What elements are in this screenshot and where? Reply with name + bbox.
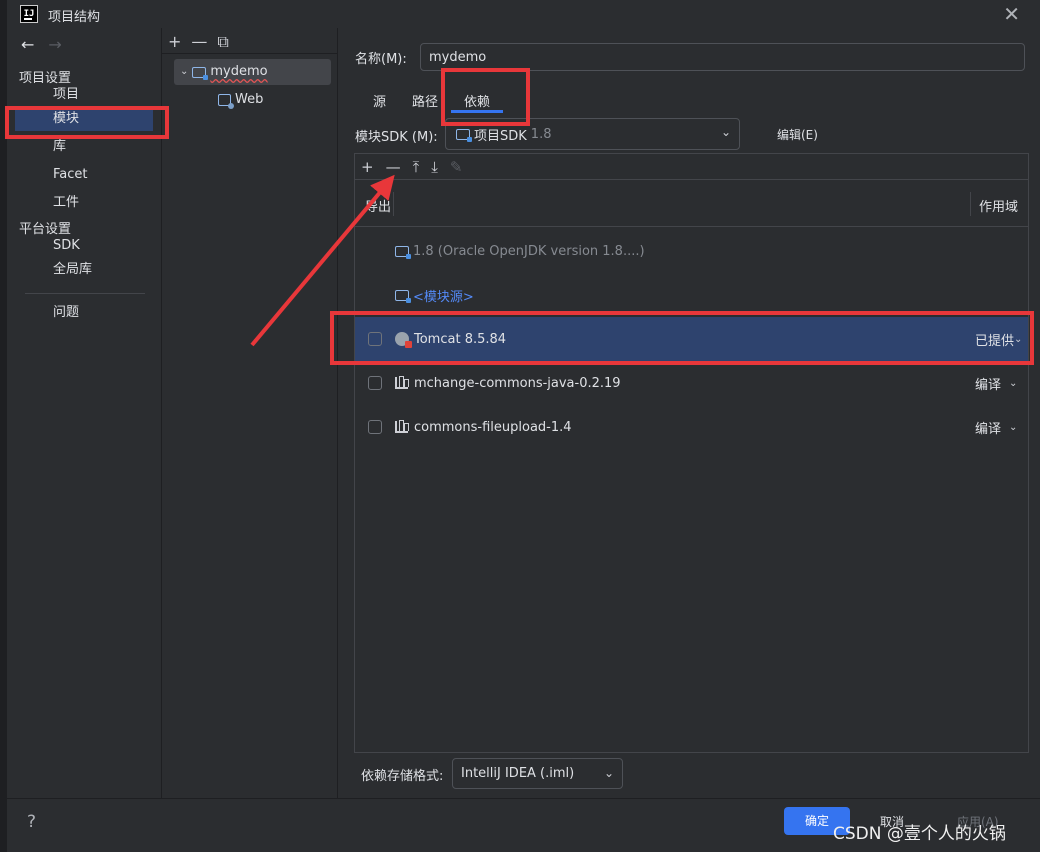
export-checkbox[interactable] <box>368 376 382 390</box>
dependency-cell: commons-fileupload-1.4 <box>395 420 572 435</box>
edit-pencil-icon[interactable]: ✎ <box>450 158 463 176</box>
sdk-version: 1.8 <box>530 126 552 142</box>
scope-select[interactable]: 已提供 ⌄ <box>975 330 1022 349</box>
module-tree: + — ⧉ ⌄ mydemo Web <box>162 28 338 798</box>
forward-arrow-icon[interactable]: → <box>48 35 61 54</box>
module-sdk-label: 模块SDK (M): <box>355 130 438 145</box>
close-icon[interactable]: ✕ <box>1003 2 1020 26</box>
dependency-cell: mchange-commons-java-0.2.19 <box>395 376 621 391</box>
back-arrow-icon[interactable]: ← <box>21 35 34 54</box>
nav-item-libraries[interactable]: 库 <box>15 135 153 159</box>
chevron-down-icon: ⌄ <box>720 125 731 139</box>
library-icon <box>395 420 409 433</box>
web-facet-icon <box>218 94 234 109</box>
module-settings-panel: 名称(M): 源 路径 依赖 模块SDK (M): 项目SDK 1.8 ⌄ 编辑… <box>338 28 1040 798</box>
nav-item-problems[interactable]: 问题 <box>15 301 153 325</box>
dependency-name: mchange-commons-java-0.2.19 <box>414 375 621 391</box>
dependency-name: <模块源> <box>413 289 474 305</box>
module-name-input[interactable] <box>420 43 1025 71</box>
tab-dependencies[interactable]: 依赖 <box>451 91 504 113</box>
nav-history: ← → <box>21 35 76 54</box>
export-checkbox[interactable] <box>368 420 382 434</box>
remove-icon[interactable]: — <box>386 158 401 176</box>
tomcat-icon <box>395 332 412 348</box>
dependencies-table: + — ⤒ ⤓ ✎ 导出 作用域 1.8 (Oracle OpenJDK ver… <box>354 153 1029 753</box>
tab-paths[interactable]: 路径 <box>399 91 451 113</box>
chevron-down-icon: ⌄ <box>1014 333 1023 345</box>
dependency-name: 1.8 (Oracle OpenJDK version 1.8....) <box>413 243 645 259</box>
table-row[interactable]: mchange-commons-java-0.2.19 编译 ⌄ <box>355 361 1028 405</box>
nav-divider <box>25 293 145 294</box>
table-row[interactable]: commons-fileupload-1.4 编译 ⌄ <box>355 405 1028 449</box>
tree-node-label: Web <box>235 92 264 107</box>
storage-format-label: 依赖存储格式: <box>361 769 444 784</box>
library-icon <box>395 376 409 389</box>
nav-item-facets[interactable]: Facet <box>15 163 153 187</box>
jdk-folder-icon <box>395 245 411 259</box>
remove-icon[interactable]: — <box>191 32 207 52</box>
tab-sources[interactable]: 源 <box>360 91 399 113</box>
intellij-logo-icon: IJ <box>20 5 38 23</box>
edit-sdk-button[interactable]: 编辑(E) <box>777 126 818 143</box>
chevron-down-icon: ⌄ <box>603 766 614 780</box>
settings-nav: ← → 项目设置 项目 模块 库 Facet 工件 平台设置 SDK 全局库 问题 <box>7 28 162 798</box>
tree-node-label: mydemo <box>210 64 268 79</box>
table-row[interactable]: 1.8 (Oracle OpenJDK version 1.8....) <box>355 229 1028 273</box>
name-label: 名称(M): <box>355 52 407 67</box>
nav-item-modules[interactable]: 模块 <box>15 107 153 131</box>
chevron-down-icon: ⌄ <box>1009 421 1018 433</box>
sdk-folder-icon <box>456 128 472 142</box>
tree-node-mydemo[interactable]: ⌄ mydemo <box>174 59 331 85</box>
scope-select[interactable]: 编译 ⌄ <box>975 418 1017 437</box>
module-tabs: 源 路径 依赖 <box>360 91 504 113</box>
storage-format-select[interactable]: IntelliJ IDEA (.iml) ⌄ <box>452 758 623 789</box>
add-icon[interactable]: + <box>361 158 374 176</box>
column-header-scope[interactable]: 作用域 <box>979 196 1018 215</box>
chevron-down-icon[interactable]: ⌄ <box>180 59 188 85</box>
module-sdk-select[interactable]: 项目SDK 1.8 ⌄ <box>445 118 740 150</box>
dialog-footer: ? 确定 取消 应用(A) CSDN @壹个人的火锅 <box>7 798 1040 852</box>
table-row[interactable]: <模块源> <box>355 273 1028 317</box>
move-up-icon[interactable]: ⤒ <box>413 158 420 176</box>
tree-toolbar: + — ⧉ <box>168 32 229 52</box>
nav-item-artifacts[interactable]: 工件 <box>15 191 153 215</box>
add-icon[interactable]: + <box>168 32 181 52</box>
dependency-name: commons-fileupload-1.4 <box>414 419 572 435</box>
dependency-cell: <模块源> <box>395 286 474 305</box>
watermark: CSDN @壹个人的火锅 <box>833 824 1006 844</box>
tree-node-web[interactable]: Web <box>218 87 263 113</box>
dependencies-toolbar: + — ⤒ ⤓ ✎ <box>361 158 462 176</box>
column-divider <box>393 192 394 216</box>
storage-format-value: IntelliJ IDEA (.iml) <box>461 766 575 781</box>
sdk-value: 项目SDK <box>474 128 527 144</box>
toolbar-divider <box>162 53 337 54</box>
dependency-name: Tomcat 8.5.84 <box>414 331 507 347</box>
scope-value: 已提供 <box>975 333 1015 349</box>
copy-icon[interactable]: ⧉ <box>217 32 228 52</box>
project-structure-dialog: IJ 项目结构 ✕ ← → 项目设置 项目 模块 库 Facet 工件 平台设置 … <box>0 0 1040 852</box>
window-title: 项目结构 <box>48 10 101 25</box>
source-folder-icon <box>395 289 411 303</box>
nav-item-global-libraries[interactable]: 全局库 <box>15 258 153 282</box>
nav-item-sdks[interactable]: SDK <box>15 234 153 258</box>
column-divider <box>970 192 971 216</box>
move-down-icon[interactable]: ⤓ <box>431 158 438 176</box>
module-folder-icon <box>192 66 209 80</box>
nav-item-project[interactable]: 项目 <box>15 83 153 107</box>
chevron-down-icon: ⌄ <box>1009 377 1018 389</box>
dependency-cell: Tomcat 8.5.84 <box>395 331 507 348</box>
table-row[interactable]: Tomcat 8.5.84 已提供 ⌄ <box>355 317 1028 361</box>
scope-value: 编译 <box>975 377 1002 393</box>
scope-value: 编译 <box>975 421 1002 437</box>
table-header: 导出 作用域 <box>355 179 1028 227</box>
scope-select[interactable]: 编译 ⌄ <box>975 374 1017 393</box>
export-checkbox[interactable] <box>368 332 382 346</box>
title-bar: IJ 项目结构 ✕ <box>7 0 1040 28</box>
dependency-cell: 1.8 (Oracle OpenJDK version 1.8....) <box>395 244 645 259</box>
column-header-export[interactable]: 导出 <box>365 196 391 215</box>
help-button[interactable]: ? <box>27 812 36 832</box>
